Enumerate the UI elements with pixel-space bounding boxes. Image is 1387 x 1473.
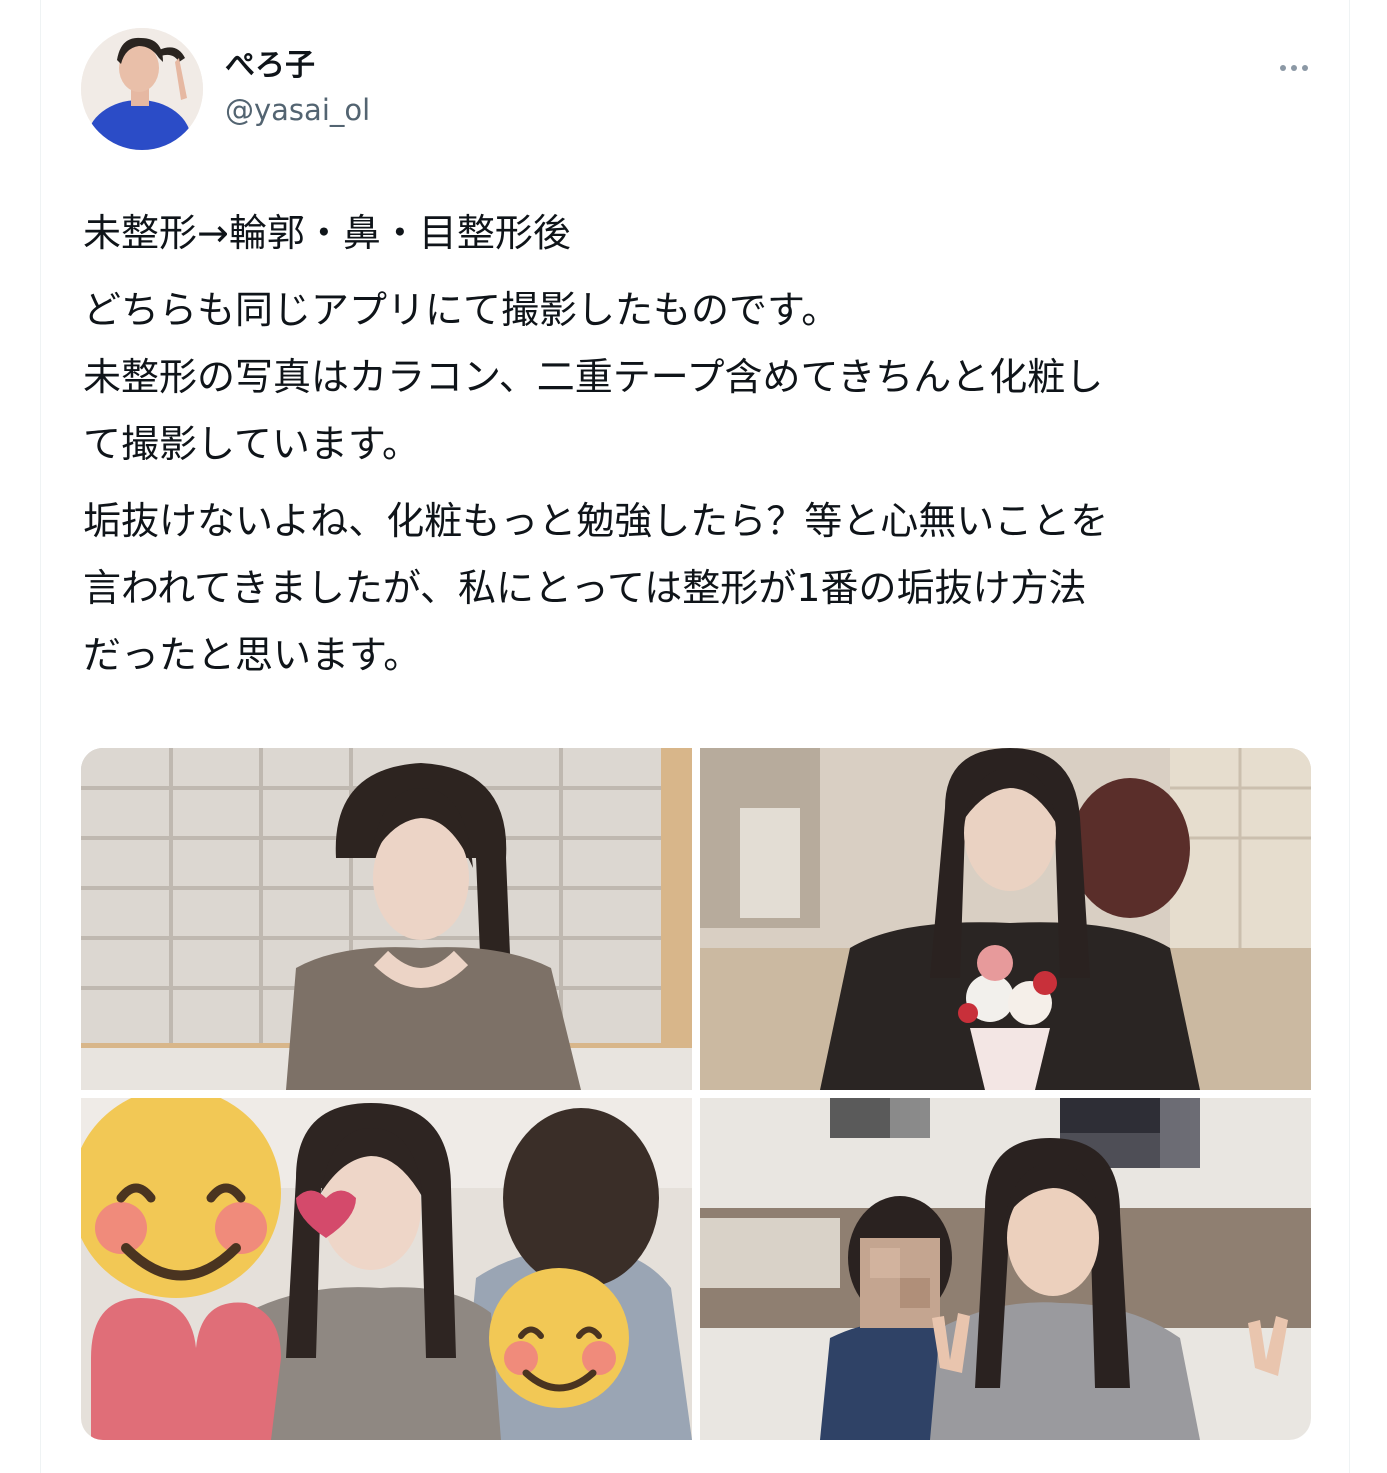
tweet-card[interactable]: ぺろ子 @yasai_ol 未整形→輪郭・鼻・目整形後 どちらも同じアプリにて撮…	[40, 0, 1350, 1473]
photo-3[interactable]	[81, 1098, 692, 1440]
author-avatar[interactable]	[81, 28, 203, 150]
photo-1[interactable]	[81, 748, 692, 1090]
tweet-paragraph-1: 未整形→輪郭・鼻・目整形後	[83, 211, 571, 255]
photo-4[interactable]	[700, 1098, 1311, 1440]
photo-2[interactable]	[700, 748, 1311, 1090]
tweet-paragraph-2: どちらも同じアプリにて撮影したものです。 未整形の写真はカラコン、二重テープ含め…	[83, 288, 1104, 466]
media-grid	[81, 748, 1311, 1440]
more-options-button[interactable]	[1269, 52, 1319, 84]
more-horizontal-icon	[1280, 65, 1308, 71]
author-handle[interactable]: @yasai_ol	[225, 90, 370, 130]
tweet-paragraph-3: 垢抜けないよね、化粧もっと勉強したら？等と心無いことを 言われてきましたが、私に…	[83, 499, 1109, 677]
tweet-text: 未整形→輪郭・鼻・目整形後 どちらも同じアプリにて撮影したものです。 未整形の写…	[83, 200, 1313, 689]
author-display-name[interactable]: ぺろ子	[225, 46, 315, 86]
